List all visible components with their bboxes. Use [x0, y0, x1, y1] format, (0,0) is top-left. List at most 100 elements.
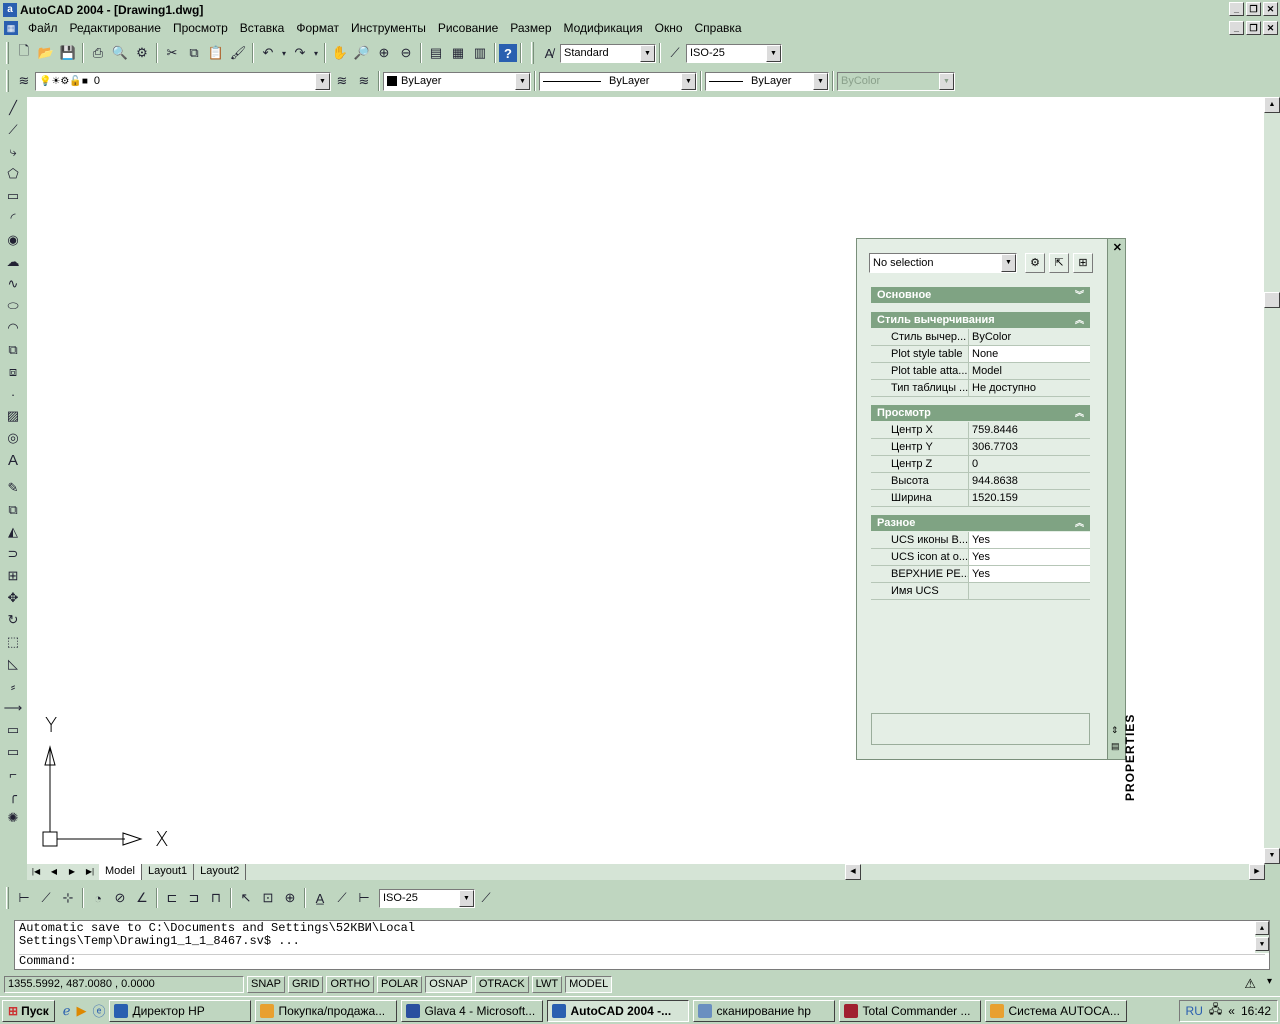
properties-palette[interactable]: No selection ▼ ⚙ ⇱ ⊞ Основное ︾ Стиль вы…: [856, 238, 1137, 801]
property-row[interactable]: Plot style table None: [871, 346, 1090, 363]
coordinate-readout[interactable]: 1355.5992, 487.0080 , 0.0000: [4, 975, 244, 993]
publish-icon[interactable]: ⚙: [131, 42, 153, 64]
vertical-scrollbar[interactable]: ▲ ▼: [1264, 97, 1280, 864]
hatch-icon[interactable]: ▨: [2, 405, 24, 427]
help-icon[interactable]: ?: [499, 44, 517, 62]
chevron-down-icon[interactable]: ▼: [1001, 254, 1016, 272]
task-word[interactable]: Glava 4 - Microsoft...: [401, 999, 544, 1022]
property-row[interactable]: ВЕРХНИЕ РЕ... Yes: [871, 566, 1090, 583]
chevron-down-icon[interactable]: ▼: [640, 44, 655, 62]
properties-icon[interactable]: ▤: [425, 42, 447, 64]
category-misc[interactable]: Разное ︽: [871, 515, 1090, 531]
scroll-thumb[interactable]: [1264, 292, 1280, 308]
collapse-icon[interactable]: ︽: [1075, 515, 1084, 531]
chamfer-icon[interactable]: ⌐: [2, 763, 24, 785]
select-objects-icon[interactable]: ⇱: [1049, 253, 1069, 273]
property-row[interactable]: Тип таблицы ... Не доступно: [871, 380, 1090, 397]
palette-sidebar[interactable]: ✕ PROPERTIES ⇕ ▤: [1107, 239, 1137, 801]
task-hp-director[interactable]: Директор HP: [109, 999, 252, 1022]
start-button[interactable]: ⊞ Пуск: [2, 999, 55, 1022]
quick-select-icon[interactable]: ⊞: [1073, 253, 1093, 273]
baseline-dim-icon[interactable]: ⊐: [183, 887, 205, 909]
grid-toggle[interactable]: GRID: [287, 975, 324, 993]
task-hp-scan[interactable]: сканирование hp: [693, 999, 836, 1022]
color-select[interactable]: ByLayer ▼: [383, 71, 531, 91]
menu-file[interactable]: Файл: [22, 19, 64, 37]
radius-dim-icon[interactable]: ◔: [87, 887, 109, 909]
line-icon[interactable]: ╱: [2, 97, 24, 119]
doc-minimize-button[interactable]: _: [1229, 21, 1244, 35]
lwt-toggle[interactable]: LWT: [531, 975, 563, 993]
maximize-button[interactable]: ❐: [1246, 2, 1261, 16]
text-style-select[interactable]: Standard ▼: [560, 43, 656, 63]
menu-tools[interactable]: Инструменты: [345, 19, 432, 37]
category-view[interactable]: Просмотр ︽: [871, 405, 1090, 421]
property-row[interactable]: Plot table atta... Model: [871, 363, 1090, 380]
menu-format[interactable]: Формат: [290, 19, 345, 37]
leader-icon[interactable]: ↖: [235, 887, 257, 909]
category-plotstyle[interactable]: Стиль вычерчивания ︽: [871, 312, 1090, 328]
tolerance-icon[interactable]: ⊡: [257, 887, 279, 909]
ie-icon[interactable]: ℯ: [63, 1003, 71, 1019]
text-style-icon[interactable]: A̸: [538, 42, 560, 64]
menu-edit[interactable]: Редактирование: [64, 19, 167, 37]
print-preview-icon[interactable]: 🔍: [109, 42, 131, 64]
collapse-icon[interactable]: ︽: [1075, 312, 1084, 328]
task-autocad-system[interactable]: Система AUTOCA...: [985, 999, 1128, 1022]
offset-icon[interactable]: ⊃: [2, 543, 24, 565]
diameter-dim-icon[interactable]: ⊘: [109, 887, 131, 909]
zoom-window-icon[interactable]: ⊕: [373, 42, 395, 64]
redo-dropdown-icon[interactable]: ▾: [311, 42, 321, 64]
make-object-layer-current-icon[interactable]: ≋: [331, 70, 353, 92]
doc-restore-button[interactable]: ❐: [1246, 21, 1261, 35]
network-icon[interactable]: 🖧: [1209, 1000, 1222, 1021]
ordinate-dim-icon[interactable]: ⊹: [57, 887, 79, 909]
menu-dimension[interactable]: Размер: [504, 19, 557, 37]
continue-dim-icon[interactable]: ⊓: [205, 887, 227, 909]
property-row[interactable]: Стиль вычер... ByColor: [871, 329, 1090, 346]
layer-manager-icon[interactable]: ≋: [13, 70, 35, 92]
ortho-toggle[interactable]: ORTHO: [326, 975, 374, 993]
menu-modify[interactable]: Модификация: [558, 19, 649, 37]
scroll-down-button[interactable]: ▼: [1255, 937, 1269, 951]
next-tab-icon[interactable]: ▶: [63, 864, 81, 880]
status-menu-icon[interactable]: ▾: [1267, 976, 1272, 987]
break-at-point-icon[interactable]: ▭: [2, 741, 24, 763]
rotate-icon[interactable]: ↻: [2, 609, 24, 631]
media-player-icon[interactable]: ▶: [76, 1003, 86, 1019]
model-toggle[interactable]: MODEL: [565, 975, 613, 993]
multiline-text-icon[interactable]: A: [2, 449, 24, 471]
trim-icon[interactable]: ⸗: [2, 675, 24, 697]
tab-layout2[interactable]: Layout2: [194, 864, 247, 880]
selection-select[interactable]: No selection ▼: [869, 253, 1017, 273]
task-total-commander[interactable]: Total Commander ...: [839, 999, 982, 1022]
redo-icon[interactable]: ↷: [289, 42, 311, 64]
rectangle-icon[interactable]: ▭: [2, 185, 24, 207]
copy-icon[interactable]: ⧉: [183, 42, 205, 64]
stretch-icon[interactable]: ◺: [2, 653, 24, 675]
command-scrollbar[interactable]: ▲ ▼: [1255, 921, 1269, 953]
task-autocad[interactable]: AutoCAD 2004 -...: [547, 999, 690, 1022]
menu-draw[interactable]: Рисование: [432, 19, 504, 37]
scroll-up-button[interactable]: ▲: [1264, 97, 1280, 113]
break-icon[interactable]: ▭: [2, 719, 24, 741]
array-icon[interactable]: ⊞: [2, 565, 24, 587]
region-icon[interactable]: ◎: [2, 427, 24, 449]
ellipse-icon[interactable]: ⬭: [2, 295, 24, 317]
otrack-toggle[interactable]: OTRACK: [474, 975, 529, 993]
match-properties-icon[interactable]: 🖌: [227, 42, 249, 64]
menu-view[interactable]: Просмотр: [167, 19, 234, 37]
explode-icon[interactable]: ✺: [2, 807, 24, 829]
center-mark-icon[interactable]: ⊕: [279, 887, 301, 909]
circle-icon[interactable]: ◉: [2, 229, 24, 251]
osnap-toggle[interactable]: OSNAP: [425, 975, 472, 993]
task-browser[interactable]: Покупка/продажа...: [255, 999, 398, 1022]
dim-style-icon[interactable]: ⟋: [664, 42, 686, 64]
property-row[interactable]: Центр Y 306.7703: [871, 439, 1090, 456]
scroll-down-button[interactable]: ▼: [1264, 848, 1280, 864]
chevron-down-icon[interactable]: ▼: [681, 72, 696, 90]
snap-toggle[interactable]: SNAP: [247, 975, 285, 993]
paste-icon[interactable]: 📋: [205, 42, 227, 64]
lineweight-select[interactable]: ByLayer ▼: [705, 71, 829, 91]
minimize-button[interactable]: _: [1229, 2, 1244, 16]
